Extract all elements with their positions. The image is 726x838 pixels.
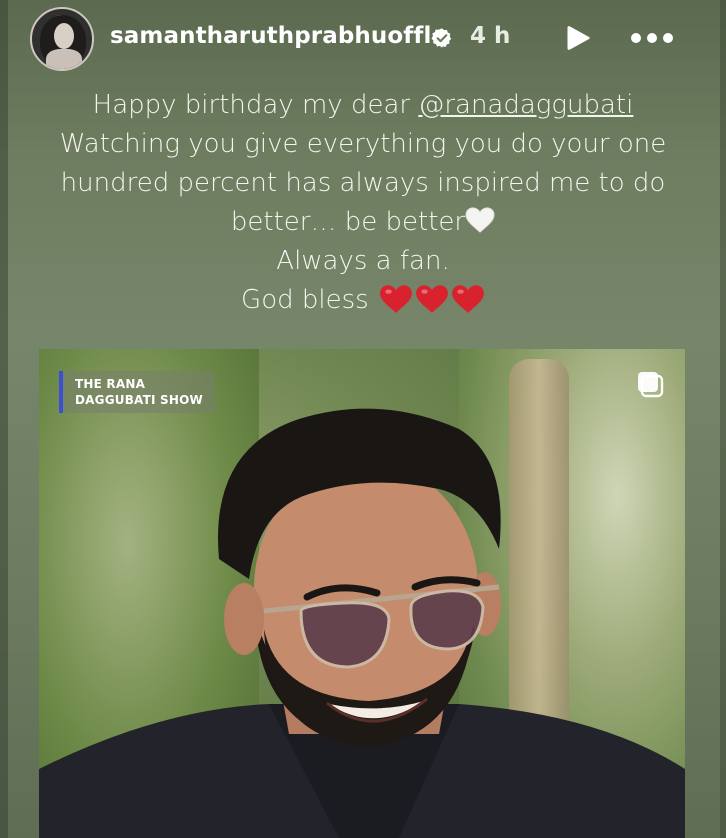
frame-edge-left — [0, 0, 8, 838]
white-heart-emoji — [465, 207, 495, 233]
frame-edge-right — [720, 0, 726, 838]
verified-badge-icon — [431, 28, 452, 48]
avatar-face — [54, 23, 74, 49]
caption-line-2: Watching you give everything you do your… — [59, 129, 667, 159]
story-frame: samantharuthprabhuoffl 4 h Happy birthda… — [0, 0, 726, 838]
caption-line-6: God bless — [30, 281, 696, 320]
shared-post-photo[interactable]: THE RANA DAGGUBATI SHOW — [39, 349, 685, 838]
person-illustration — [39, 408, 685, 838]
red-heart-emoji — [416, 285, 448, 313]
caption-line-3: hundred percent has always inspired me t… — [60, 168, 666, 198]
show-label-line-1: THE RANA — [75, 377, 146, 391]
caption-text-4: better… be better — [230, 207, 466, 237]
avatar[interactable] — [30, 7, 94, 71]
story-caption: Happy birthday my dear @ranadaggubati Wa… — [30, 86, 696, 320]
multiple-images-icon — [638, 372, 664, 398]
avatar-body — [46, 49, 82, 69]
caption-line-5: Always a fan. — [276, 246, 450, 276]
story-header: samantharuthprabhuoffl 4 h — [0, 0, 726, 78]
play-icon[interactable] — [563, 23, 593, 53]
red-heart-emoji — [452, 285, 484, 313]
caption-text-6: God bless — [241, 285, 377, 315]
mention-link[interactable]: @ranadaggubati — [418, 90, 633, 120]
more-options-icon[interactable] — [627, 23, 677, 53]
username[interactable]: samantharuthprabhuoffl — [110, 23, 431, 49]
caption-text-1: Happy birthday my dear — [92, 90, 419, 120]
show-label: THE RANA DAGGUBATI SHOW — [59, 371, 215, 413]
caption-line-1: Happy birthday my dear @ranadaggubati — [30, 86, 696, 125]
red-heart-emoji — [380, 285, 412, 313]
show-label-line-2: DAGGUBATI SHOW — [75, 393, 203, 407]
caption-line-4: better… be better — [30, 203, 696, 242]
post-time: 4 h — [470, 23, 511, 49]
